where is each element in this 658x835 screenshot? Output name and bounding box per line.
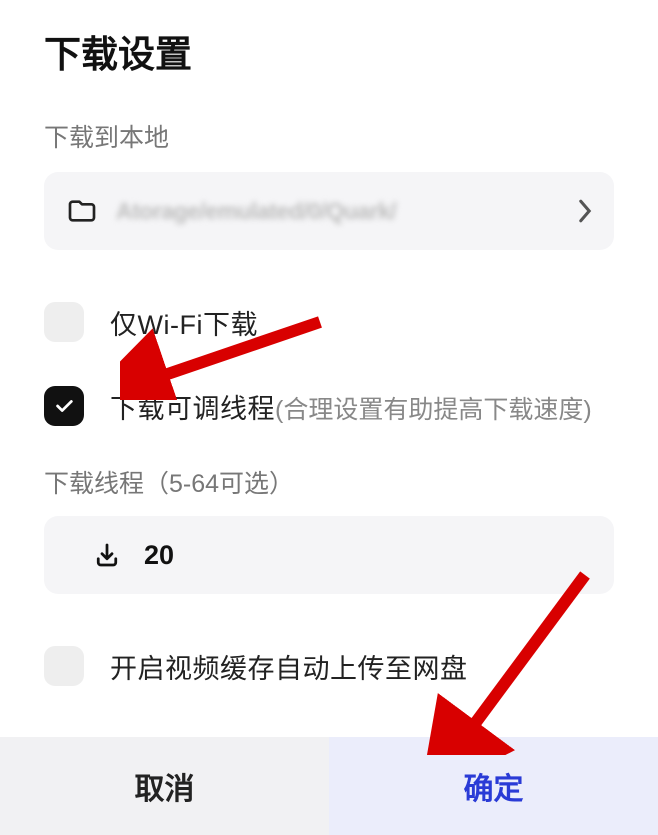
adjustable-threads-hint: (合理设置有助提高下载速度) [275, 396, 592, 424]
threads-value-row[interactable]: 20 [44, 516, 614, 594]
adjustable-threads-row[interactable]: 下载可调线程(合理设置有助提高下载速度) [44, 386, 614, 426]
download-path-text: Atorage/emulated/0/Quark/ [116, 198, 560, 225]
chevron-right-icon [578, 198, 592, 224]
download-icon [92, 540, 122, 570]
download-to-label: 下载到本地 [44, 118, 614, 154]
adjustable-threads-label: 下载可调线程 [110, 394, 275, 424]
page-title: 下载设置 [44, 24, 614, 78]
ok-button[interactable]: 确定 [329, 737, 658, 835]
cancel-button[interactable]: 取消 [0, 737, 329, 835]
threads-label: 下载线程（5-64可选） [44, 464, 614, 500]
wifi-only-label: 仅Wi-Fi下载 [110, 303, 258, 342]
adjustable-threads-checkbox[interactable] [44, 386, 84, 426]
threads-value: 20 [144, 540, 174, 571]
download-path-row[interactable]: Atorage/emulated/0/Quark/ [44, 172, 614, 250]
auto-upload-label: 开启视频缓存自动上传至网盘 [110, 647, 468, 686]
footer-buttons: 取消 确定 [0, 737, 658, 835]
wifi-only-row[interactable]: 仅Wi-Fi下载 [44, 302, 614, 342]
wifi-only-checkbox[interactable] [44, 302, 84, 342]
auto-upload-checkbox[interactable] [44, 646, 84, 686]
auto-upload-row[interactable]: 开启视频缓存自动上传至网盘 [44, 646, 614, 686]
folder-icon [66, 195, 98, 227]
